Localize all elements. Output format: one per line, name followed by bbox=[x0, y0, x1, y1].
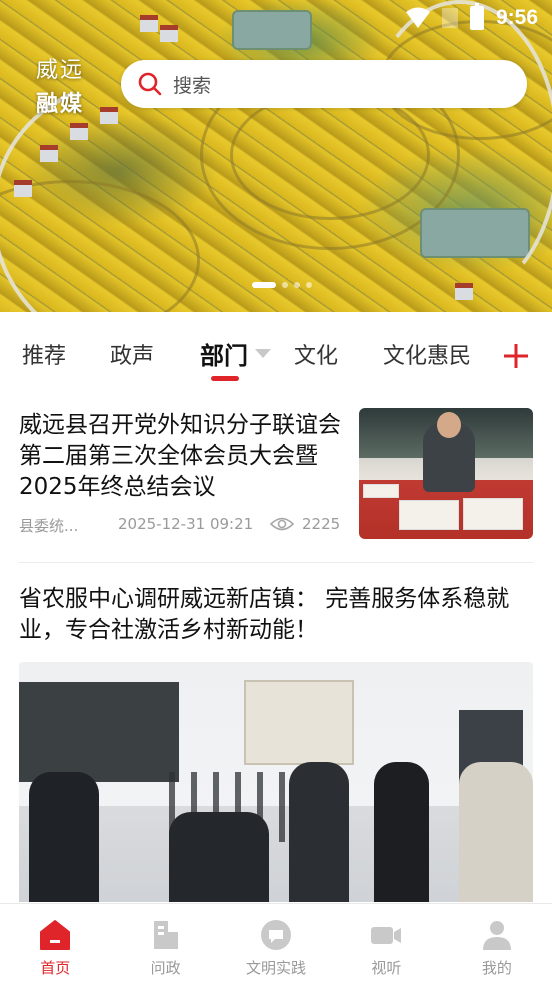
active-tab-indicator bbox=[211, 376, 239, 381]
status-bar: 9:56 bbox=[0, 0, 552, 38]
news-time: 2025-12-31 09:21 bbox=[118, 515, 254, 533]
person bbox=[459, 762, 533, 902]
nav-civilization[interactable]: 文明实践 bbox=[221, 904, 331, 983]
nav-profile[interactable]: 我的 bbox=[442, 904, 552, 983]
news-meta: 县委统... 2025-12-31 09:21 2225 bbox=[19, 515, 341, 537]
person bbox=[374, 762, 429, 902]
tab-department[interactable]: 部门 bbox=[200, 336, 248, 371]
signal-icon bbox=[441, 8, 458, 28]
nav-media[interactable]: 视听 bbox=[331, 904, 441, 983]
battery-icon bbox=[469, 3, 484, 30]
home-icon bbox=[40, 920, 71, 950]
status-time: 9:56 bbox=[495, 6, 538, 29]
app-logo: 威远 融媒 bbox=[36, 52, 98, 118]
thumbnail-person-head bbox=[437, 412, 461, 438]
carousel-indicator bbox=[252, 282, 312, 288]
person bbox=[29, 772, 99, 902]
news-item[interactable]: 威远县召开党外知识分子联谊会第二届第三次全体会员大会暨2025年终总结会议 县委… bbox=[19, 408, 533, 540]
calligraphy-paper bbox=[463, 498, 523, 530]
person bbox=[169, 812, 269, 902]
nav-wenzheng[interactable]: 问政 bbox=[110, 904, 220, 983]
tab-zhengsheng[interactable]: 政声 bbox=[110, 338, 154, 370]
chat-bubble-icon bbox=[261, 920, 292, 950]
search-icon bbox=[138, 72, 162, 96]
calligraphy-paper bbox=[363, 484, 399, 498]
road bbox=[360, 0, 552, 300]
person bbox=[289, 762, 349, 902]
search-bar[interactable]: 搜索 bbox=[121, 60, 527, 108]
house bbox=[70, 128, 88, 140]
news-thumbnail[interactable] bbox=[359, 408, 533, 539]
carousel-dot-active bbox=[252, 282, 276, 288]
chevron-down-icon[interactable] bbox=[255, 349, 271, 358]
house bbox=[14, 185, 32, 197]
calligraphy-paper bbox=[399, 500, 459, 530]
house bbox=[100, 112, 118, 124]
video-camera-icon bbox=[371, 927, 402, 944]
nav-label: 文明实践 bbox=[246, 959, 307, 977]
logo-text-line1: 威远 bbox=[36, 58, 85, 83]
tab-culture-benefit[interactable]: 文化惠民 bbox=[383, 338, 471, 370]
nav-label: 我的 bbox=[481, 959, 512, 977]
list-divider bbox=[19, 562, 533, 563]
carousel-dot bbox=[306, 282, 312, 288]
hero-banner[interactable]: 9:56 威远 融媒 搜索 bbox=[0, 0, 552, 312]
add-channel-icon[interactable] bbox=[502, 342, 530, 370]
category-tabs: 推荐 政声 部门 文化 文化惠民 bbox=[0, 312, 552, 396]
house bbox=[40, 150, 58, 162]
tab-culture[interactable]: 文化 bbox=[294, 338, 338, 370]
house bbox=[455, 288, 473, 300]
news-photo[interactable] bbox=[19, 662, 533, 902]
eye-icon bbox=[270, 517, 294, 531]
carousel-dot bbox=[294, 282, 300, 288]
bottom-navigation: 首页 问政 文明实践 视听 我的 bbox=[0, 903, 552, 983]
news-views: 2225 bbox=[302, 515, 341, 533]
building-icon bbox=[153, 921, 178, 949]
nav-home[interactable]: 首页 bbox=[0, 904, 110, 983]
search-placeholder: 搜索 bbox=[173, 74, 212, 97]
logo-text-line2: 融媒 bbox=[36, 91, 85, 117]
nav-label: 视听 bbox=[371, 959, 402, 977]
tab-recommend[interactable]: 推荐 bbox=[22, 338, 66, 370]
carousel-dot bbox=[282, 282, 288, 288]
wall-display-board bbox=[244, 680, 354, 765]
nav-label: 问政 bbox=[150, 959, 181, 977]
user-icon bbox=[482, 921, 511, 950]
wifi-icon bbox=[405, 7, 430, 28]
news-source: 县委统... bbox=[19, 517, 79, 535]
blackboard bbox=[19, 682, 179, 782]
nav-label: 首页 bbox=[40, 959, 71, 977]
news-title[interactable]: 省农服中心调研威远新店镇： 完善服务体系稳就业，专合社激活乡村新动能！ bbox=[19, 584, 533, 646]
news-title[interactable]: 威远县召开党外知识分子联谊会第二届第三次全体会员大会暨2025年终总结会议 bbox=[19, 410, 341, 503]
